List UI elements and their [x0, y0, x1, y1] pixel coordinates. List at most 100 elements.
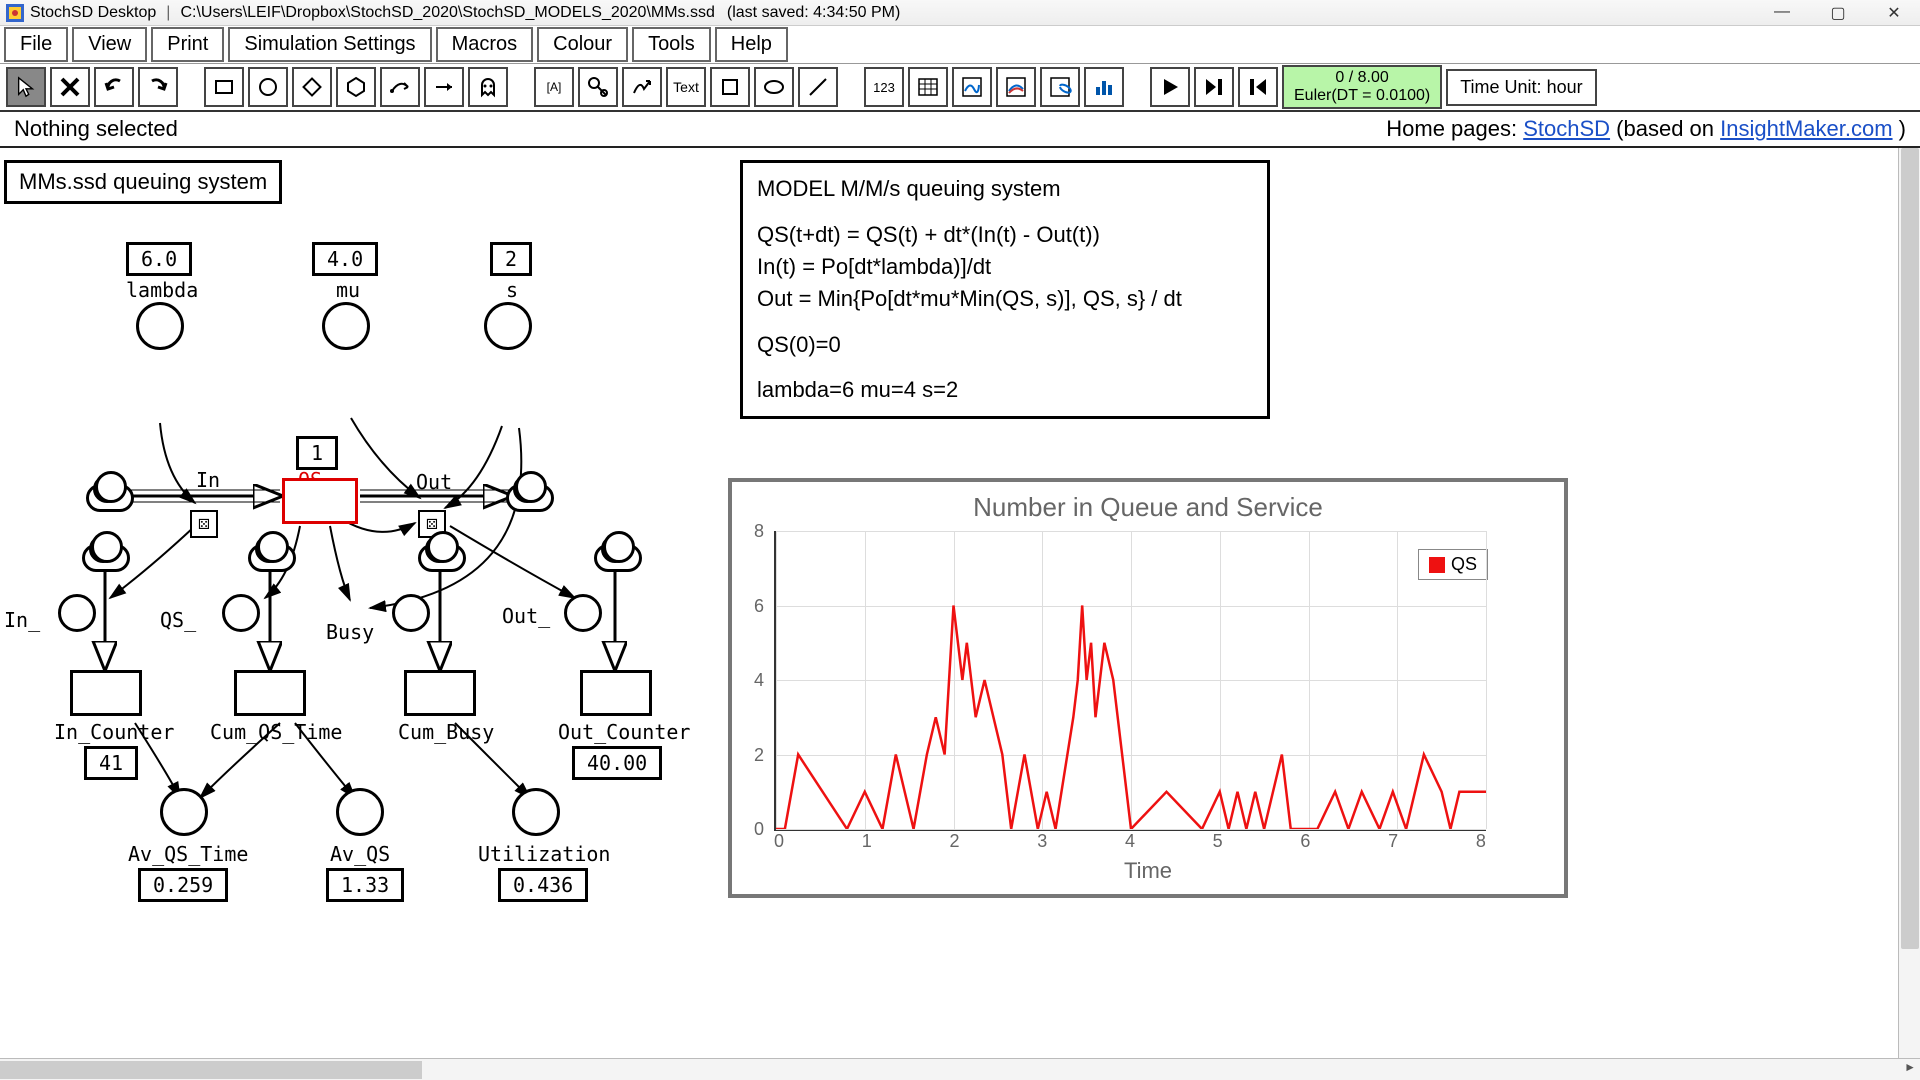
menu-view[interactable]: View — [72, 27, 147, 62]
cum-qs-label: Cum_QS_Time — [210, 720, 342, 744]
cloud-qs[interactable] — [248, 544, 296, 572]
chart-title: Number in Queue and Service — [750, 492, 1546, 523]
s-node[interactable] — [484, 302, 532, 350]
pointer-tool[interactable] — [6, 67, 46, 107]
source-cloud[interactable] — [86, 484, 134, 512]
model-title-box[interactable]: MMs.ssd queuing system — [4, 160, 282, 204]
hexagon-tool[interactable] — [336, 67, 376, 107]
link-stochsd[interactable]: StochSD — [1523, 116, 1610, 141]
mu-node[interactable] — [322, 302, 370, 350]
app-name: StochSD Desktop — [30, 4, 156, 22]
last-saved: (last saved: 4:34:50 PM) — [727, 4, 900, 22]
function-tool[interactable] — [622, 67, 662, 107]
eq5: lambda=6 mu=4 s=2 — [757, 374, 1253, 406]
cum-busy-stock[interactable] — [404, 670, 476, 716]
qs-stock[interactable] — [282, 478, 358, 524]
dice-in-icon: ⚄ — [190, 510, 218, 538]
in-counter-label: In_Counter — [54, 720, 174, 744]
utilization-node[interactable] — [512, 788, 560, 836]
qs-init[interactable]: 1 — [296, 436, 338, 470]
chart[interactable]: Number in Queue and Service QS 02468 012… — [728, 478, 1568, 898]
line-shape-tool[interactable] — [798, 67, 838, 107]
out-counter-stock[interactable] — [580, 670, 652, 716]
minimize-icon[interactable]: — — [1772, 3, 1792, 23]
out-flow-node[interactable] — [564, 594, 602, 632]
link-insightmaker[interactable]: InsightMaker.com — [1720, 116, 1892, 141]
step-button[interactable] — [1194, 67, 1234, 107]
utilization-label: Utilization — [478, 842, 610, 866]
time-unit[interactable]: Time Unit: hour — [1446, 69, 1596, 106]
mu-value[interactable]: 4.0 — [312, 242, 378, 276]
horizontal-scrollbar[interactable]: ◄ ► — [0, 1058, 1920, 1080]
cum-busy-label: Cum_Busy — [398, 720, 494, 744]
mu-label: mu — [336, 278, 360, 302]
av-qs-time-node[interactable] — [160, 788, 208, 836]
redo-tool[interactable] — [138, 67, 178, 107]
app-icon — [6, 4, 24, 22]
variable-tool[interactable]: [A] — [534, 67, 574, 107]
lambda-node[interactable] — [136, 302, 184, 350]
titlebar-sep: | — [166, 4, 170, 22]
lambda-value[interactable]: 6.0 — [126, 242, 192, 276]
undo-tool[interactable] — [94, 67, 134, 107]
menu-macros[interactable]: Macros — [436, 27, 534, 62]
av-qs-time-value[interactable]: 0.259 — [138, 868, 228, 902]
close-icon[interactable]: ✕ — [1884, 3, 1904, 23]
maximize-icon[interactable]: ▢ — [1828, 3, 1848, 23]
x-tick-row: 012345678 — [774, 831, 1486, 852]
ellipse-shape-tool[interactable] — [754, 67, 794, 107]
rect-shape-tool[interactable] — [710, 67, 750, 107]
flow-tool[interactable] — [424, 67, 464, 107]
menu-colour[interactable]: Colour — [537, 27, 628, 62]
cloud-out[interactable] — [594, 544, 642, 572]
file-path: C:\Users\LEIF\Dropbox\StochSD_2020\Stoch… — [180, 4, 714, 22]
sink-cloud[interactable] — [506, 484, 554, 512]
cloud-in[interactable] — [82, 544, 130, 572]
menu-file[interactable]: File — [4, 27, 68, 62]
table-display-tool[interactable] — [908, 67, 948, 107]
out-counter-value[interactable]: 40.00 — [572, 746, 662, 780]
link-tool[interactable] — [380, 67, 420, 107]
s-label: s — [506, 278, 518, 302]
out-label: Out — [416, 470, 452, 494]
vertical-scrollbar[interactable] — [1898, 148, 1920, 1058]
menubar: File View Print Simulation Settings Macr… — [0, 26, 1920, 64]
menu-sim-settings[interactable]: Simulation Settings — [228, 27, 431, 62]
busy-flow-node[interactable] — [392, 594, 430, 632]
av-qs-time-label: Av_QS_Time — [128, 842, 248, 866]
menu-print[interactable]: Print — [151, 27, 224, 62]
eq4: QS(0)=0 — [757, 329, 1253, 361]
text-tool[interactable]: Text — [666, 67, 706, 107]
in-counter-stock[interactable] — [70, 670, 142, 716]
model-description[interactable]: MODEL M/M/s queuing system QS(t+dt) = QS… — [740, 160, 1270, 419]
auxiliary-tool[interactable] — [248, 67, 288, 107]
cloud-busy[interactable] — [418, 544, 466, 572]
converter-tool[interactable] — [578, 67, 618, 107]
cum-qs-stock[interactable] — [234, 670, 306, 716]
s-value[interactable]: 2 — [490, 242, 532, 276]
qs-flow-node[interactable] — [222, 594, 260, 632]
delete-tool[interactable] — [50, 67, 90, 107]
reset-button[interactable] — [1238, 67, 1278, 107]
compareplot-tool[interactable] — [996, 67, 1036, 107]
scroll-right-icon[interactable]: ► — [1904, 1060, 1916, 1074]
histogram-tool[interactable] — [1084, 67, 1124, 107]
in-counter-value[interactable]: 41 — [84, 746, 138, 780]
titlebar: StochSD Desktop | C:\Users\LEIF\Dropbox\… — [0, 0, 1920, 26]
xyplot-tool[interactable] — [1040, 67, 1080, 107]
utilization-value[interactable]: 0.436 — [498, 868, 588, 902]
ghost-tool[interactable] — [468, 67, 508, 107]
qs-bottom-label: QS_ — [160, 608, 196, 632]
av-qs-node[interactable] — [336, 788, 384, 836]
timeplot-tool[interactable] — [952, 67, 992, 107]
run-button[interactable] — [1150, 67, 1190, 107]
menu-tools[interactable]: Tools — [632, 27, 711, 62]
stock-tool[interactable] — [204, 67, 244, 107]
number-display-tool[interactable]: 123 — [864, 67, 904, 107]
in-flow-node[interactable] — [58, 594, 96, 632]
status-bar: Nothing selected Home pages: StochSD (ba… — [0, 112, 1920, 148]
model-canvas[interactable]: MMs.ssd queuing system MODEL M/M/s queui… — [0, 148, 1920, 1058]
menu-help[interactable]: Help — [715, 27, 788, 62]
diamond-tool[interactable] — [292, 67, 332, 107]
av-qs-value[interactable]: 1.33 — [326, 868, 404, 902]
